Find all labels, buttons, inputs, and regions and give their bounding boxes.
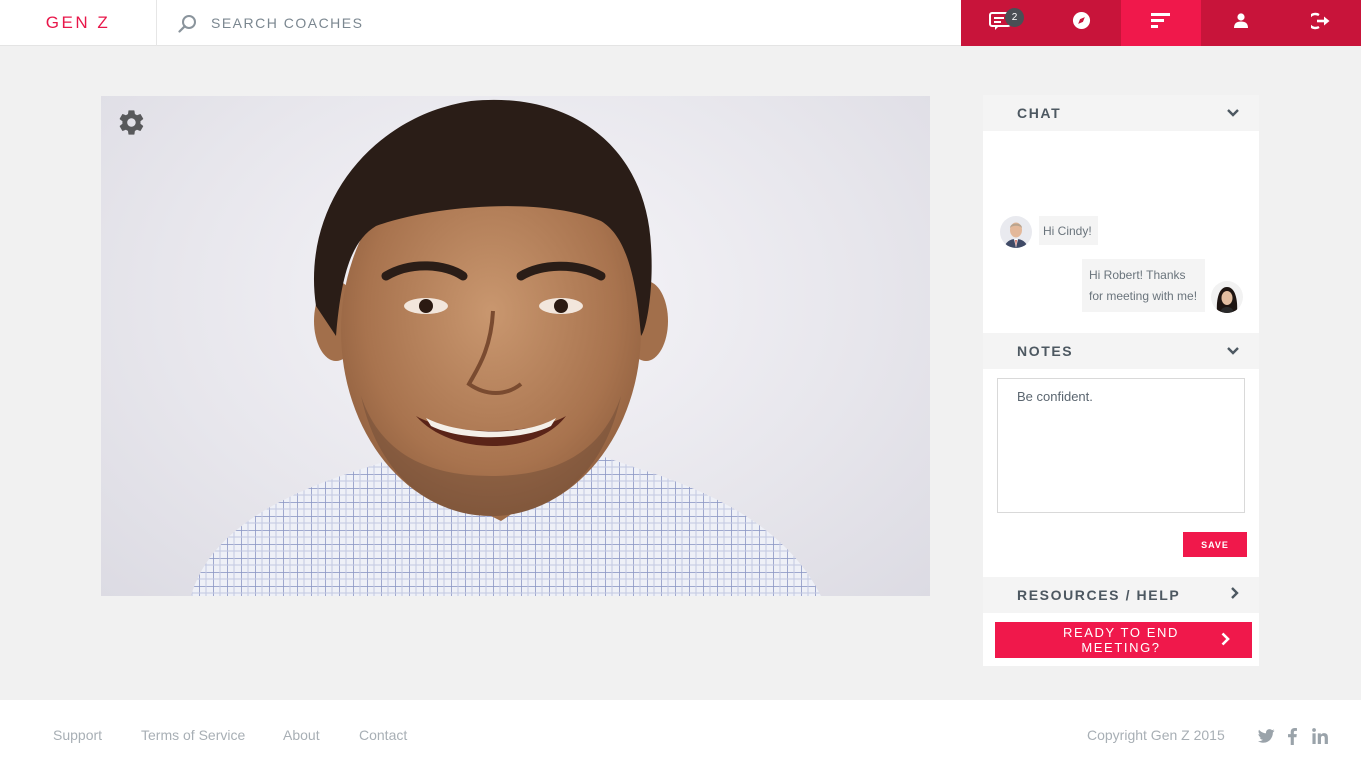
footer-link-contact[interactable]: Contact <box>359 727 407 743</box>
compass-icon <box>1072 11 1091 35</box>
search-bar <box>178 0 511 46</box>
chevron-down-icon <box>1227 342 1239 360</box>
meeting-sidebar: CHAT Hi Cindy! Hi Robert! Thanks for mee… <box>983 95 1259 666</box>
notes-title: NOTES <box>1017 343 1074 359</box>
video-feed <box>101 96 930 596</box>
footer-link-support[interactable]: Support <box>53 727 102 743</box>
chat-bubble: Hi Robert! Thanks for meeting with me! <box>1082 259 1205 312</box>
coach-video-image <box>191 99 821 596</box>
user-icon <box>1234 13 1248 33</box>
footer-link-terms[interactable]: Terms of Service <box>141 727 245 743</box>
messages-badge: 2 <box>1005 8 1024 27</box>
main-nav: 2 <box>961 0 1361 46</box>
search-input[interactable] <box>211 15 511 31</box>
chat-header[interactable]: CHAT <box>983 95 1259 131</box>
notes-header[interactable]: NOTES <box>983 333 1259 369</box>
chevron-right-icon <box>1221 632 1230 649</box>
chat-message-coach: Hi Cindy! <box>1000 216 1098 248</box>
facebook-icon[interactable] <box>1282 726 1302 746</box>
top-bar: GEN Z 2 <box>0 0 1361 46</box>
chat-message-me: Hi Robert! Thanks for meeting with me! <box>1082 259 1243 313</box>
search-icon[interactable] <box>178 13 198 33</box>
logout-icon <box>1307 12 1331 35</box>
nav-profile[interactable] <box>1201 0 1281 46</box>
chat-title: CHAT <box>1017 105 1062 121</box>
notes-textarea[interactable]: Be confident. <box>997 378 1245 513</box>
nav-explore[interactable] <box>1041 0 1121 46</box>
nav-menu[interactable] <box>1121 0 1201 46</box>
copyright-text: Copyright Gen Z 2015 <box>1087 727 1225 743</box>
user-avatar <box>1211 281 1243 313</box>
linkedin-icon[interactable] <box>1310 726 1330 746</box>
end-meeting-button[interactable]: READY TO END MEETING? <box>995 622 1252 658</box>
nav-messages[interactable]: 2 <box>961 0 1041 46</box>
twitter-icon[interactable] <box>1256 726 1276 746</box>
logo[interactable]: GEN Z <box>0 0 157 46</box>
resources-title: RESOURCES / HELP <box>1017 587 1181 603</box>
resources-header[interactable]: RESOURCES / HELP <box>983 577 1259 613</box>
save-notes-button[interactable]: SAVE <box>1183 532 1247 557</box>
chevron-right-icon <box>1231 586 1239 604</box>
gear-icon[interactable] <box>117 108 146 142</box>
menu-icon <box>1151 12 1171 34</box>
end-meeting-label: READY TO END MEETING? <box>1062 625 1179 655</box>
nav-logout[interactable] <box>1281 0 1361 46</box>
chevron-down-icon <box>1227 104 1239 122</box>
footer-link-about[interactable]: About <box>283 727 320 743</box>
chat-bubble: Hi Cindy! <box>1039 216 1098 245</box>
footer: Support Terms of Service About Contact C… <box>0 700 1361 770</box>
coach-avatar <box>1000 216 1032 248</box>
